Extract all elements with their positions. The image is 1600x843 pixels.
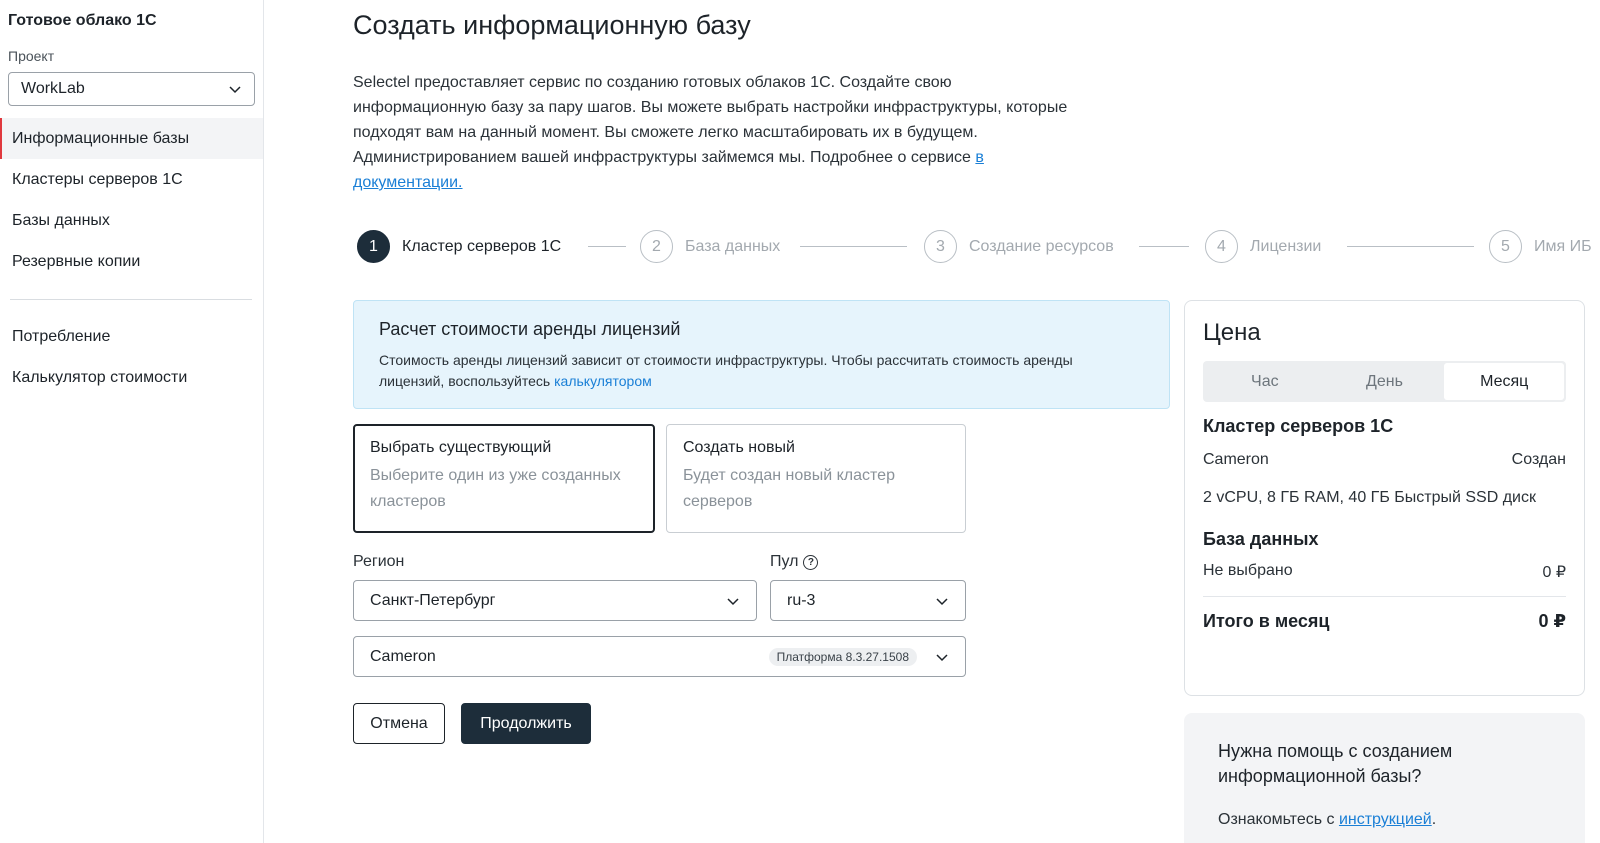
option-new-cluster[interactable]: Создать новый Будет создан новый кластер… [666,424,966,533]
wizard-stepper: 1 Кластер серверов 1С 2 База данных 3 Со… [357,230,1600,264]
step-label: Лицензии [1250,237,1322,255]
step-4[interactable]: 4 Лицензии [1205,230,1321,263]
banner-text: Стоимость аренды лицензий зависит от сто… [379,350,1079,392]
price-panel: Цена Час День Месяц Кластер серверов 1С … [1184,300,1585,696]
step-connector [800,246,907,247]
help-title: Нужна помощь с созданием информационной … [1218,741,1453,786]
step-number: 4 [1205,230,1238,263]
step-connector [588,246,626,247]
pool-label-group: Пул ? [770,553,819,571]
chevron-down-icon [727,597,739,605]
step-label: База данных [685,237,781,255]
pool-select[interactable]: ru-3 [770,580,966,621]
option-existing-cluster[interactable]: Выбрать существующий Выберите один из уж… [353,424,655,533]
step-label: Кластер серверов 1С [402,237,562,255]
cluster-select[interactable]: Cameron Платформа 8.3.27.1508 [353,636,966,677]
price-db-amount: 0 ₽ [1542,564,1566,581]
project-select[interactable]: WorkLab [8,72,255,106]
step-number: 1 [357,230,390,263]
period-tab-hour[interactable]: Час [1205,363,1325,400]
period-tab-month[interactable]: Месяц [1444,363,1565,400]
region-label: Регион [353,553,405,570]
pool-select-value: ru-3 [787,591,816,609]
step-number: 3 [924,230,957,263]
sidebar-nav-primary: Информационные базы Кластеры серверов 1С… [0,118,263,282]
pool-label: Пул [770,553,799,570]
help-text-suffix: . [1431,811,1437,828]
step-number: 2 [640,230,673,263]
intro-text: Selectel предоставляет сервис по создани… [353,70,1083,195]
app-title: Готовое облако 1С [8,12,157,29]
chevron-down-icon [229,86,241,94]
price-db-title: База данных [1203,529,1319,549]
cluster-select-value: Cameron [370,647,436,665]
price-title: Цена [1203,319,1261,346]
step-5[interactable]: 5 Имя ИБ [1489,230,1592,263]
continue-button[interactable]: Продолжить [461,703,591,744]
sidebar-item-calculator[interactable]: Калькулятор стоимости [0,357,263,398]
instruction-link[interactable]: инструкцией [1339,811,1432,828]
step-connector [1347,246,1474,247]
page-title: Создать информационную базу [353,10,751,40]
step-label: Имя ИБ [1534,237,1592,255]
platform-version-badge: Платформа 8.3.27.1508 [768,647,917,666]
price-total-row: Итого в месяц 0 ₽ [1203,611,1566,632]
sidebar-nav-secondary: Потребление Калькулятор стоимости [0,316,263,398]
option-title: Создать новый [683,439,795,456]
period-tab-day[interactable]: День [1325,363,1445,400]
price-cluster-title: Кластер серверов 1С [1203,416,1394,436]
step-label: Создание ресурсов [969,237,1114,255]
help-text-body: Ознакомьтесь с [1218,811,1339,828]
help-icon[interactable]: ? [803,554,819,570]
price-cluster-row: Cameron Создан [1203,451,1566,469]
project-select-value: WorkLab [21,80,85,97]
price-total-value: 0 ₽ [1538,611,1566,631]
cancel-button[interactable]: Отмена [353,703,445,744]
project-label: Проект [8,48,55,64]
period-switch: Час День Месяц [1203,361,1566,402]
region-select-value: Санкт-Петербург [370,591,496,609]
step-2[interactable]: 2 База данных [640,230,780,263]
sidebar: Готовое облако 1С Проект WorkLab Информа… [0,0,264,843]
option-title: Выбрать существующий [370,439,552,456]
price-cluster-status: Создан [1511,451,1566,468]
banner-body: Стоимость аренды лицензий зависит от сто… [379,352,1073,389]
step-3[interactable]: 3 Создание ресурсов [924,230,1114,263]
help-panel: Нужна помощь с созданием информационной … [1184,713,1585,843]
price-total-label: Итого в месяц [1203,611,1330,631]
sidebar-item-clusters[interactable]: Кластеры серверов 1С [0,159,263,200]
price-divider [1203,596,1566,597]
banner-title: Расчет стоимости аренды лицензий [379,319,681,339]
region-select[interactable]: Санкт-Петербург [353,580,757,621]
sidebar-divider [10,299,252,300]
step-connector [1139,246,1189,247]
sidebar-item-databases[interactable]: Базы данных [0,200,263,241]
sidebar-item-infobases[interactable]: Информационные базы [0,118,263,159]
step-1[interactable]: 1 Кластер серверов 1С [357,230,561,263]
calculator-link[interactable]: калькулятором [554,373,652,389]
chevron-down-icon [936,653,948,661]
sidebar-item-consumption[interactable]: Потребление [0,316,263,357]
step-number: 5 [1489,230,1522,263]
price-db-row: Не выбрано 0 ₽ [1203,562,1566,582]
sidebar-item-backups[interactable]: Резервные копии [0,241,263,282]
price-cluster-name: Cameron [1203,451,1269,468]
price-cluster-spec: 2 vCPU, 8 ГБ RAM, 40 ГБ Быстрый SSD диск [1203,489,1536,506]
help-text: Ознакомьтесь с инструкцией. [1218,811,1551,829]
option-description: Будет создан новый кластер серверов [683,467,895,510]
option-description: Выберите один из уже созданных кластеров [370,467,621,510]
price-db-value: Не выбрано [1203,562,1293,579]
chevron-down-icon [936,597,948,605]
intro-body: Selectel предоставляет сервис по создани… [353,74,1068,166]
license-info-banner: Расчет стоимости аренды лицензий Стоимос… [353,300,1170,409]
